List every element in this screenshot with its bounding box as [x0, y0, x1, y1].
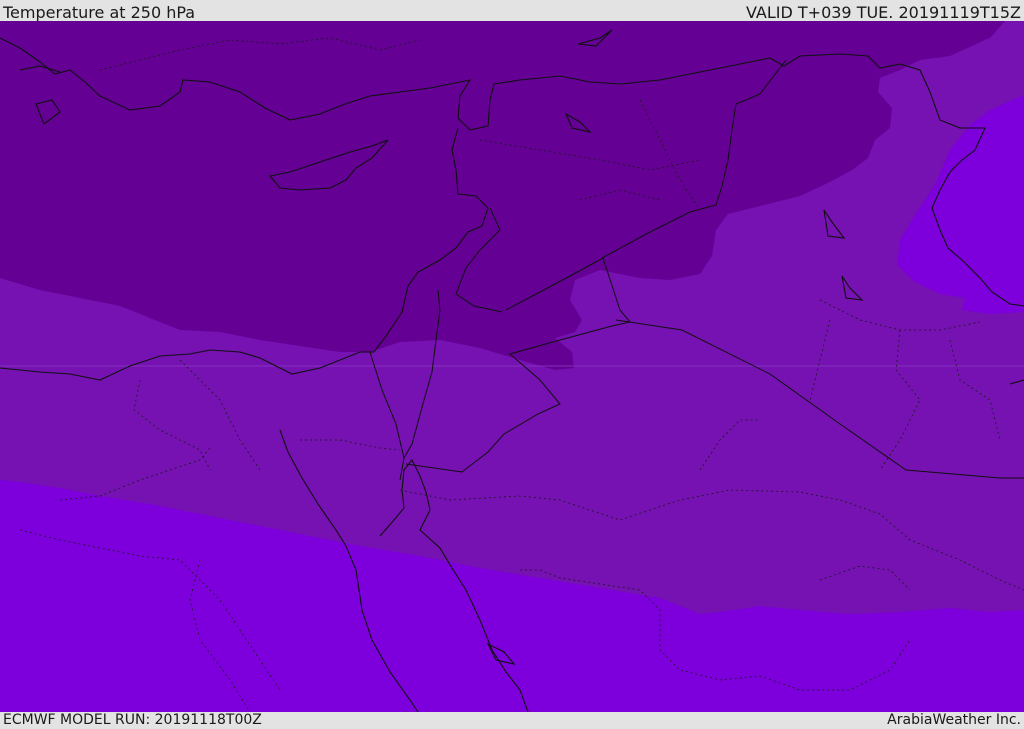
header-bar: Temperature at 250 hPa VALID T+039 TUE. …	[0, 0, 1024, 22]
model-run-label: ECMWF MODEL RUN: 20191118T00Z	[3, 712, 262, 728]
credit-label: ArabiaWeather Inc.	[887, 712, 1021, 728]
valid-time-label: VALID T+039 TUE. 20191119T15Z	[745, 3, 1021, 22]
map-title: Temperature at 250 hPa	[3, 3, 196, 22]
footer-bar: ECMWF MODEL RUN: 20191118T00Z ArabiaWeat…	[0, 712, 1024, 729]
temperature-map	[0, 21, 1024, 712]
